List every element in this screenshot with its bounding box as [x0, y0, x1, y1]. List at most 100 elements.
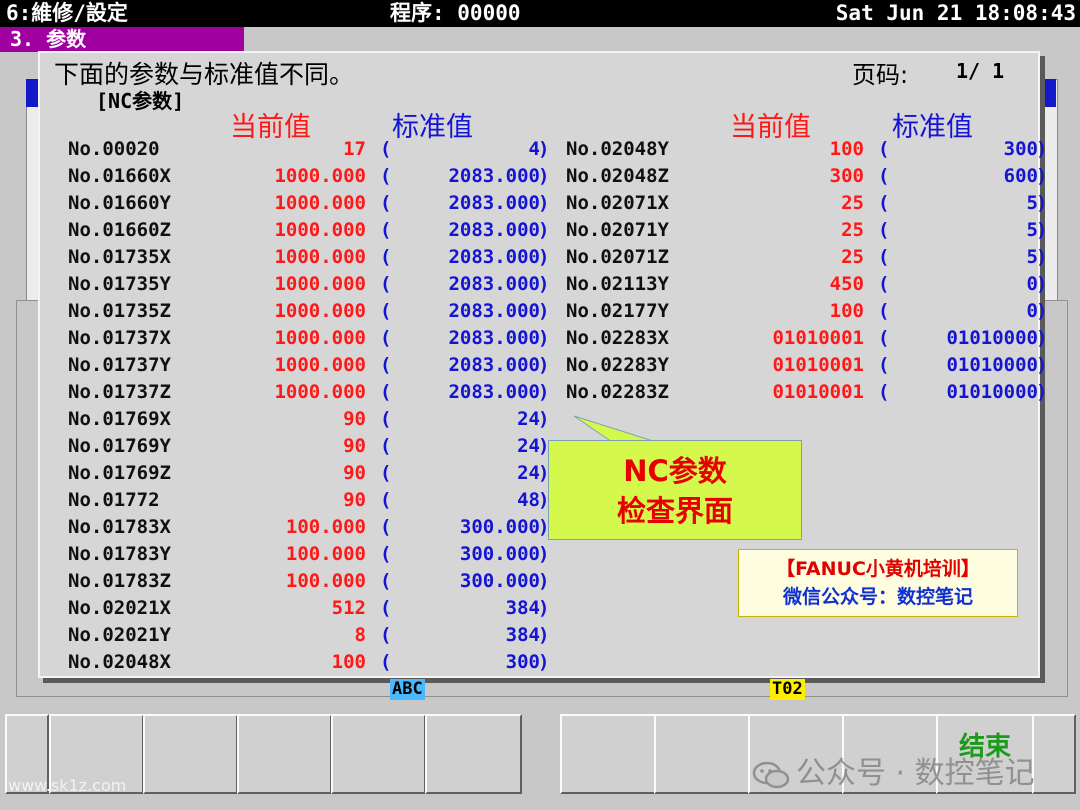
softkey-3[interactable] [237, 714, 332, 794]
parameter-number: No.01769Z [68, 462, 171, 484]
close-paren: ) [1036, 273, 1048, 295]
parameter-number: No.01735Y [68, 273, 171, 295]
parameter-row: No.01660Y 1000.000(2083.000) [68, 190, 549, 217]
parameter-number: No.02113Y [566, 273, 669, 295]
softkey-4[interactable] [331, 714, 426, 794]
close-paren: ) [538, 624, 550, 646]
parameter-row: No.02113Y 450(0) [566, 271, 1047, 298]
standard-value: 2083.000 [448, 300, 540, 322]
close-paren: ) [538, 138, 550, 160]
parameter-number: No.01737X [68, 327, 171, 349]
current-value: 01010001 [772, 327, 864, 349]
close-paren: ) [538, 570, 550, 592]
parameter-row: No.01737X 1000.000(2083.000) [68, 325, 549, 352]
standard-value: 2083.000 [448, 273, 540, 295]
standard-value: 01010000 [946, 327, 1038, 349]
parameter-row: No.02021X 512(384) [68, 595, 549, 622]
parameter-number: No.01769Y [68, 435, 171, 457]
current-value: 450 [829, 273, 864, 295]
training-watermark-box: 【FANUC小黄机培训】 微信公众号：数控笔记 [738, 549, 1018, 617]
current-value: 1000.000 [274, 354, 366, 376]
parameter-number: No.01783Z [68, 570, 171, 592]
wechat-watermark: 公众号 · 数控笔记 [752, 748, 1035, 792]
parameter-number: No.02283Z [566, 381, 669, 403]
parameter-row: No.02283Z 01010001(01010000) [566, 379, 1047, 406]
standard-value: 300.000 [459, 543, 540, 565]
wechat-watermark-text: 公众号 · 数控笔记 [796, 756, 1035, 791]
parameter-number: No.01783X [68, 516, 171, 538]
site-watermark: www.sk1z.com [8, 776, 127, 795]
parameter-number: No.02071Y [566, 219, 669, 241]
parameter-row: No.02048Z 300(600) [566, 163, 1047, 190]
current-value: 1000.000 [274, 165, 366, 187]
parameter-row: No.01772 90(48) [68, 487, 549, 514]
menu-tab-parameters[interactable]: 3. 参数 [0, 27, 244, 52]
close-paren: ) [1036, 327, 1048, 349]
parameter-row: No.02283X 01010001(01010000) [566, 325, 1047, 352]
softkey-arrow[interactable] [1032, 714, 1076, 794]
standard-value: 2083.000 [448, 165, 540, 187]
parameter-number: No.02283Y [566, 354, 669, 376]
background-window-header-right [1042, 79, 1056, 107]
standard-value: 01010000 [946, 381, 1038, 403]
standard-value: 24 [517, 408, 540, 430]
parameter-row: No.01660Z 1000.000(2083.000) [68, 217, 549, 244]
current-value: 1000.000 [274, 192, 366, 214]
parameter-row: No.02071Y 25(5) [566, 217, 1047, 244]
close-paren: ) [1036, 354, 1048, 376]
current-value: 1000.000 [274, 246, 366, 268]
softkey-2[interactable] [143, 714, 238, 794]
parameter-row: No.01735Z 1000.000(2083.000) [68, 298, 549, 325]
standard-value: 2083.000 [448, 354, 540, 376]
standard-value: 5 [1026, 192, 1038, 214]
softkey-7[interactable] [654, 714, 750, 794]
standard-value: 384 [505, 624, 540, 646]
current-value: 90 [343, 408, 366, 430]
close-paren: ) [538, 408, 550, 430]
standard-value: 01010000 [946, 354, 1038, 376]
standard-value: 300 [1003, 138, 1038, 160]
current-value: 512 [331, 597, 366, 619]
close-paren: ) [1036, 192, 1048, 214]
parameter-number: No.00020 [68, 138, 160, 160]
softkey-6[interactable] [560, 714, 656, 794]
current-value: 25 [841, 219, 864, 241]
close-paren: ) [538, 543, 550, 565]
wechat-icon [752, 761, 790, 788]
date-time: Sat Jun 21 18:08:43 [835, 1, 1076, 25]
parameter-row: No.01737Z 1000.000(2083.000) [68, 379, 549, 406]
current-value: 100.000 [285, 516, 366, 538]
parameter-number: No.01737Y [68, 354, 171, 376]
callout-box: NC参数 检查界面 [548, 440, 802, 540]
parameter-row: No.02048X 100(300) [68, 649, 549, 676]
softkey-5[interactable] [425, 714, 522, 794]
parameter-number: No.02048Z [566, 165, 669, 187]
parameter-row: No.02071Z 25(5) [566, 244, 1047, 271]
parameter-row: No.01735Y 1000.000(2083.000) [68, 271, 549, 298]
current-value: 1000.000 [274, 219, 366, 241]
screen-title: 6:維修/設定 [6, 1, 128, 25]
parameter-number: No.02177Y [566, 300, 669, 322]
close-paren: ) [1036, 165, 1048, 187]
current-value: 25 [841, 192, 864, 214]
close-paren: ) [1036, 219, 1048, 241]
current-value: 1000.000 [274, 300, 366, 322]
standard-value: 384 [505, 597, 540, 619]
standard-value: 2083.000 [448, 246, 540, 268]
close-paren: ) [538, 273, 550, 295]
parameter-row: No.02071X 25(5) [566, 190, 1047, 217]
current-value: 1000.000 [274, 381, 366, 403]
current-value: 25 [841, 246, 864, 268]
current-value: 8 [354, 624, 366, 646]
standard-value: 300.000 [459, 570, 540, 592]
close-paren: ) [538, 381, 550, 403]
parameter-number: No.02048Y [566, 138, 669, 160]
current-value: 100.000 [285, 543, 366, 565]
callout-line-1: NC参数 [623, 454, 727, 488]
close-paren: ) [1036, 138, 1048, 160]
standard-value: 0 [1026, 273, 1038, 295]
callout-line-2: 检查界面 [616, 494, 733, 528]
current-value: 1000.000 [274, 327, 366, 349]
standard-value: 24 [517, 435, 540, 457]
standard-value: 5 [1026, 246, 1038, 268]
